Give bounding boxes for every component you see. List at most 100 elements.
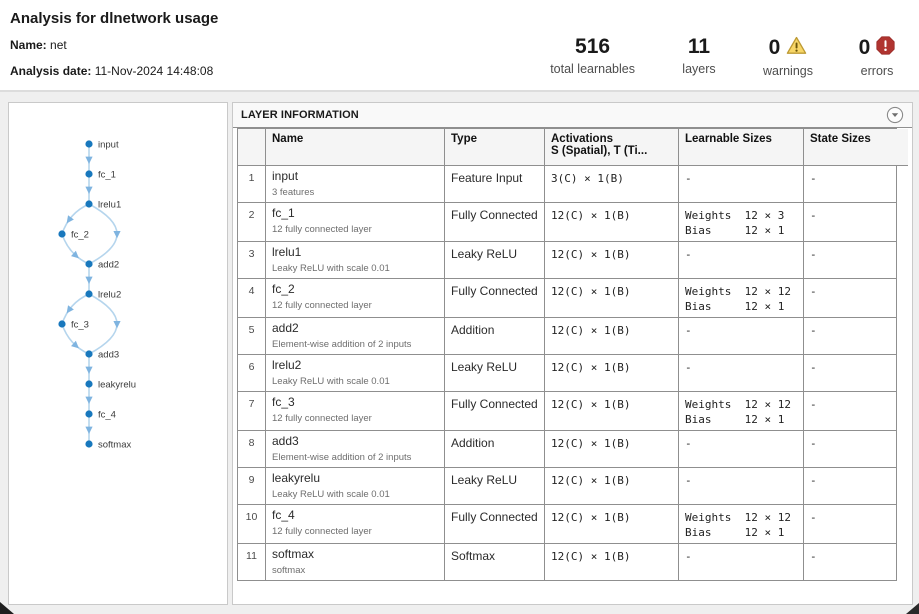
layer-name-cell: fc_412 fully connected layer bbox=[266, 505, 445, 544]
diagram-node-fc_4[interactable] bbox=[85, 410, 92, 417]
diagram-node-softmax[interactable] bbox=[85, 440, 92, 447]
diagram-node-label-add2: add2 bbox=[98, 260, 119, 271]
table-row[interactable]: 9leakyreluLeaky ReLU with scale 0.01Leak… bbox=[238, 468, 897, 505]
layer-description: 12 fully connected layer bbox=[272, 526, 438, 537]
layer-name: fc_3 bbox=[272, 395, 438, 410]
state-sizes-cell: - bbox=[804, 166, 897, 203]
learnable-sizes-cell: Weights 12 × 3 Bias 12 × 1 bbox=[679, 203, 804, 242]
edge-arrow-icon bbox=[85, 187, 92, 194]
stat-errors: 0 errors bbox=[855, 36, 899, 78]
diagram-node-label-input: input bbox=[98, 140, 119, 151]
layer-name: fc_1 bbox=[272, 206, 438, 221]
summary-stats: 516 total learnables 11 layers 0 bbox=[550, 36, 899, 78]
activations-cell: 12(C) × 1(B) bbox=[545, 468, 679, 505]
state-sizes-cell: - bbox=[804, 392, 897, 431]
row-index-cell: 3 bbox=[238, 242, 266, 279]
diagram-node-label-fc_1: fc_1 bbox=[98, 170, 116, 181]
row-index-cell: 6 bbox=[238, 355, 266, 392]
learnable-sizes-cell: - bbox=[679, 166, 804, 203]
network-diagram[interactable]: inputfc_1lrelu1fc_2add2lrelu2fc_3add3lea… bbox=[9, 103, 227, 604]
learnable-sizes-cell: Weights 12 × 12 Bias 12 × 1 bbox=[679, 392, 804, 431]
layer-type-cell: Addition bbox=[445, 318, 545, 355]
layer-description: 12 fully connected layer bbox=[272, 413, 438, 424]
row-index-cell: 4 bbox=[238, 279, 266, 318]
layer-name-cell: softmaxsoftmax bbox=[266, 544, 445, 581]
layer-name: fc_2 bbox=[272, 282, 438, 297]
diagram-node-fc_3[interactable] bbox=[58, 320, 65, 327]
edge-arrow-icon bbox=[85, 367, 92, 374]
table-row[interactable]: 11softmaxsoftmaxSoftmax12(C) × 1(B)-- bbox=[238, 544, 897, 581]
layer-name: lrelu2 bbox=[272, 358, 438, 373]
layer-type-cell: Fully Connected bbox=[445, 279, 545, 318]
layer-description: softmax bbox=[272, 565, 438, 576]
stat-warnings: 0 warnings bbox=[763, 36, 813, 78]
learnable-sizes-cell: - bbox=[679, 355, 804, 392]
learnable-sizes-cell: Weights 12 × 12 Bias 12 × 1 bbox=[679, 279, 804, 318]
diagram-node-leakyrelu[interactable] bbox=[85, 380, 92, 387]
diagram-node-add3[interactable] bbox=[85, 350, 92, 357]
activations-cell: 12(C) × 1(B) bbox=[545, 203, 679, 242]
row-index-cell: 10 bbox=[238, 505, 266, 544]
diagram-node-lrelu1[interactable] bbox=[85, 200, 92, 207]
table-row[interactable]: 8add3Element-wise addition of 2 inputsAd… bbox=[238, 431, 897, 468]
layer-name: lrelu1 bbox=[272, 245, 438, 260]
name-label: Name: bbox=[10, 38, 47, 52]
stat-layers: 11 layers bbox=[677, 36, 721, 76]
layer-description: 3 features bbox=[272, 187, 438, 198]
window-resize-grip[interactable] bbox=[906, 603, 919, 614]
layer-name: add2 bbox=[272, 321, 438, 336]
layer-table-header-row: Name Type ActivationsS (Spatial), T (Ti.… bbox=[238, 129, 897, 166]
layer-information-title: LAYER INFORMATION bbox=[241, 109, 359, 121]
table-row[interactable]: 4 fc_2 12 fully connected layer Fully Conne… bbox=[238, 279, 897, 318]
warnings-value: 0 bbox=[769, 37, 781, 59]
activations-cell: 12(C) × 1(B) bbox=[545, 544, 679, 581]
diagram-node-add2[interactable] bbox=[85, 260, 92, 267]
layer-description: Element-wise addition of 2 inputs bbox=[272, 339, 438, 350]
network-diagram-panel[interactable]: inputfc_1lrelu1fc_2add2lrelu2fc_3add3lea… bbox=[8, 102, 228, 605]
activations-cell: 12(C) × 1(B) bbox=[545, 318, 679, 355]
state-sizes-cell: - bbox=[804, 203, 897, 242]
table-row[interactable]: 2fc_112 fully connected layerFully Conne… bbox=[238, 203, 897, 242]
diagram-node-input[interactable] bbox=[85, 140, 92, 147]
table-row[interactable]: 1input3 featuresFeature Input3(C) × 1(B)… bbox=[238, 166, 897, 203]
layer-name-cell: leakyreluLeaky ReLU with scale 0.01 bbox=[266, 468, 445, 505]
name-value: net bbox=[50, 38, 67, 52]
state-sizes-cell: - bbox=[804, 468, 897, 505]
row-index-cell: 1 bbox=[238, 166, 266, 203]
table-row[interactable]: 10fc_412 fully connected layerFully Conn… bbox=[238, 505, 897, 544]
table-row[interactable]: 5add2Element-wise addition of 2 inputsAd… bbox=[238, 318, 897, 355]
table-row[interactable]: 3lrelu1Leaky ReLU with scale 0.01Leaky R… bbox=[238, 242, 897, 279]
bottom-left-corner-artifact bbox=[0, 602, 14, 614]
activations-cell: 12(C) × 1(B) bbox=[545, 431, 679, 468]
learnable-sizes-cell: - bbox=[679, 431, 804, 468]
table-row[interactable]: 6lrelu2Leaky ReLU with scale 0.01Leaky R… bbox=[238, 355, 897, 392]
layer-name-cell: lrelu1Leaky ReLU with scale 0.01 bbox=[266, 242, 445, 279]
diagram-node-lrelu2[interactable] bbox=[85, 290, 92, 297]
report-header: Analysis for dlnetwork usage Name: net A… bbox=[0, 0, 919, 92]
layer-description: 12 fully connected layer bbox=[272, 300, 438, 311]
diagram-node-label-lrelu1: lrelu1 bbox=[98, 200, 121, 211]
layer-type-cell: Addition bbox=[445, 431, 545, 468]
column-header-name: Name bbox=[266, 129, 445, 166]
diagram-node-label-lrelu2: lrelu2 bbox=[98, 290, 121, 301]
collapse-section-button[interactable] bbox=[886, 106, 904, 124]
warning-icon bbox=[786, 36, 807, 60]
layer-description: Element-wise addition of 2 inputs bbox=[272, 452, 438, 463]
table-row[interactable]: 7fc_312 fully connected layerFully Conne… bbox=[238, 392, 897, 431]
state-sizes-cell: - bbox=[804, 318, 897, 355]
column-header-learnable-sizes: Learnable Sizes bbox=[679, 129, 804, 166]
layer-description: 12 fully connected layer bbox=[272, 224, 438, 235]
layer-table-wrap: Name Type ActivationsS (Spatial), T (Ti.… bbox=[237, 128, 908, 581]
layer-description: Leaky ReLU with scale 0.01 bbox=[272, 489, 438, 500]
diagram-node-fc_1[interactable] bbox=[85, 170, 92, 177]
layer-name-cell: add2 Element-wise addition of 2 inputs bbox=[266, 318, 445, 355]
diagram-node-label-fc_3: fc_3 bbox=[71, 320, 89, 331]
layer-type-cell: Leaky ReLU bbox=[445, 355, 545, 392]
diagram-node-label-fc_4: fc_4 bbox=[98, 410, 116, 421]
activations-cell: 12(C) × 1(B) bbox=[545, 505, 679, 544]
layers-value: 11 bbox=[688, 36, 710, 58]
layer-name: add3 bbox=[272, 434, 438, 449]
diagram-node-fc_2[interactable] bbox=[58, 230, 65, 237]
layer-type-cell: Fully Connected bbox=[445, 392, 545, 431]
layer-name-cell: add3 Element-wise addition of 2 inputs bbox=[266, 431, 445, 468]
